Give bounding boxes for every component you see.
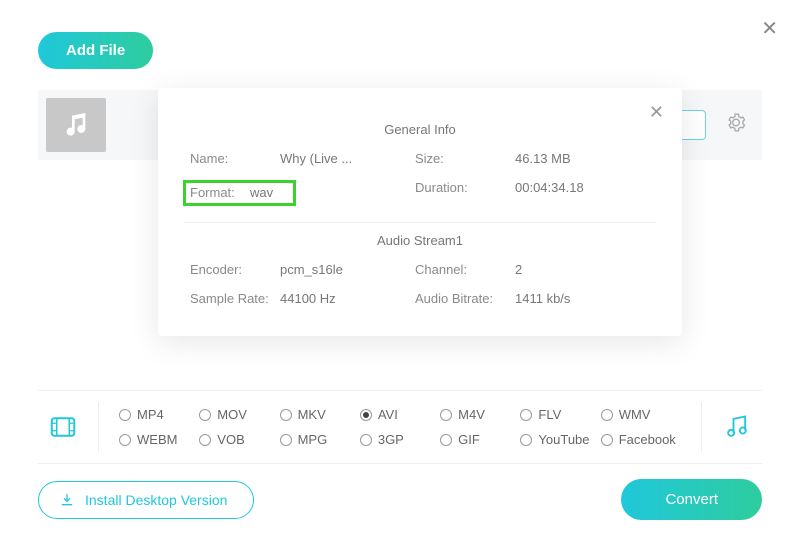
radio-icon (520, 434, 532, 446)
modal-close-icon[interactable]: ✕ (649, 102, 664, 123)
name-label: Name: (190, 151, 280, 166)
radio-icon (360, 409, 372, 421)
format-label: MP4 (137, 407, 164, 422)
radio-icon (119, 409, 131, 421)
format-label: M4V (458, 407, 485, 422)
format-option-mpg[interactable]: MPG (280, 432, 360, 447)
format-option-webm[interactable]: WEBM (119, 432, 199, 447)
audio-thumbnail (46, 98, 106, 152)
format-value: wav (280, 180, 415, 206)
samplerate-value: 44100 Hz (280, 291, 415, 306)
size-label: Size: (415, 151, 515, 166)
bitrate-label: Audio Bitrate: (415, 291, 515, 306)
output-format-slot[interactable] (678, 110, 706, 140)
radio-icon (601, 434, 613, 446)
format-option-3gp[interactable]: 3GP (360, 432, 440, 447)
format-label: MPG (298, 432, 328, 447)
radio-icon (119, 434, 131, 446)
divider (701, 402, 702, 452)
format-label: Facebook (619, 432, 676, 447)
format-option-youtube[interactable]: YouTube (520, 432, 600, 447)
format-label: FLV (538, 407, 561, 422)
settings-gear-icon[interactable] (726, 113, 746, 138)
format-label: 3GP (378, 432, 404, 447)
download-icon (59, 492, 75, 508)
divider (98, 402, 99, 452)
size-value: 46.13 MB (515, 151, 650, 166)
radio-icon (440, 409, 452, 421)
radio-icon (199, 434, 211, 446)
format-label: WEBM (137, 432, 177, 447)
format-label: GIF (458, 432, 480, 447)
radio-icon (280, 409, 292, 421)
radio-icon (520, 409, 532, 421)
add-file-button[interactable]: Add File (38, 32, 153, 69)
format-option-m4v[interactable]: M4V (440, 407, 520, 422)
format-option-mov[interactable]: MOV (199, 407, 279, 422)
name-value: Why (Live ... (280, 151, 415, 166)
encoder-value: pcm_s16le (280, 262, 415, 277)
radio-icon (601, 409, 613, 421)
video-mode-icon[interactable] (38, 412, 88, 442)
window-close-icon[interactable]: ✕ (761, 16, 778, 41)
duration-label: Duration: (415, 180, 515, 206)
music-note-icon (60, 109, 92, 141)
format-label: WMV (619, 407, 651, 422)
format-bar: MP4 MOV MKV AVI M4V FLV WMV WEBM VOB MPG 3GP GIF You… (38, 390, 762, 464)
convert-button[interactable]: Convert (621, 479, 762, 520)
format-option-wmv[interactable]: WMV (601, 407, 681, 422)
format-list: MP4 MOV MKV AVI M4V FLV WMV WEBM VOB MPG 3GP GIF You… (109, 407, 691, 447)
format-option-flv[interactable]: FLV (520, 407, 600, 422)
install-desktop-label: Install Desktop Version (85, 492, 227, 508)
format-option-mkv[interactable]: MKV (280, 407, 360, 422)
install-desktop-button[interactable]: Install Desktop Version (38, 481, 254, 519)
format-label: YouTube (538, 432, 589, 447)
format-label: VOB (217, 432, 244, 447)
format-option-facebook[interactable]: Facebook (601, 432, 681, 447)
format-label: MOV (217, 407, 247, 422)
samplerate-label: Sample Rate: (190, 291, 280, 306)
format-option-vob[interactable]: VOB (199, 432, 279, 447)
encoder-label: Encoder: (190, 262, 280, 277)
divider (184, 222, 656, 223)
format-option-mp4[interactable]: MP4 (119, 407, 199, 422)
format-label: MKV (298, 407, 326, 422)
general-info-heading: General Info (186, 122, 654, 137)
radio-icon (440, 434, 452, 446)
channel-value: 2 (515, 262, 650, 277)
duration-value: 00:04:34.18 (515, 180, 650, 206)
radio-icon (199, 409, 211, 421)
audio-mode-icon[interactable] (712, 413, 762, 441)
format-option-gif[interactable]: GIF (440, 432, 520, 447)
radio-icon (360, 434, 372, 446)
radio-icon (280, 434, 292, 446)
audio-stream-heading: Audio Stream1 (186, 233, 654, 248)
channel-label: Channel: (415, 262, 515, 277)
format-label: AVI (378, 407, 398, 422)
bitrate-value: 1411 kb/s (515, 291, 650, 306)
bottom-bar: Install Desktop Version Convert (38, 479, 762, 520)
format-option-avi[interactable]: AVI (360, 407, 440, 422)
media-info-modal: ✕ General Info Name: Why (Live ... Size:… (158, 88, 682, 336)
